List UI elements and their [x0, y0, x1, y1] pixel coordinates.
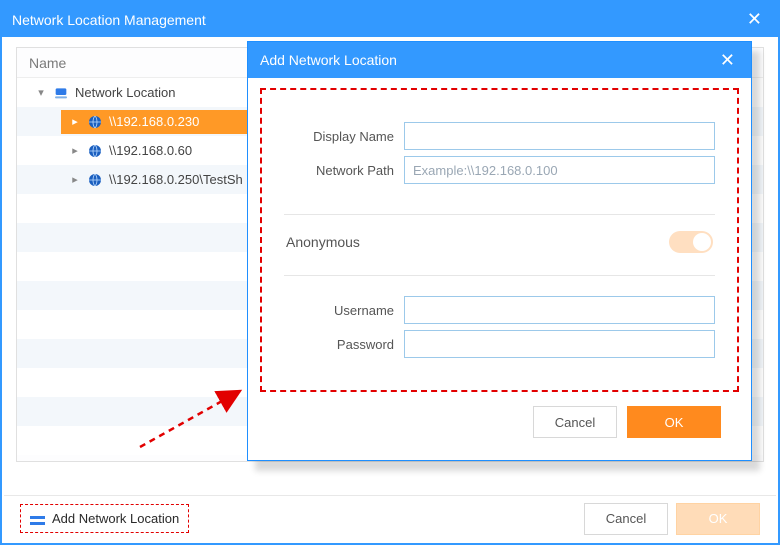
tree-item-2[interactable]: ▸ \\192.168.0.250\TestSh	[61, 168, 251, 192]
divider	[284, 214, 715, 215]
close-icon[interactable]: ✕	[716, 50, 739, 71]
main-window-title: Network Location Management	[12, 12, 206, 28]
tree-item-label: \\192.168.0.250\TestSh	[109, 172, 243, 187]
dialog-ok-button[interactable]: OK	[627, 406, 721, 438]
display-name-input[interactable]	[404, 122, 715, 150]
add-network-location-dialog: Add Network Location ✕ Display Name Netw…	[247, 41, 752, 461]
anonymous-row: Anonymous	[278, 225, 721, 271]
username-label: Username	[284, 303, 394, 318]
dialog-cancel-button[interactable]: Cancel	[533, 406, 617, 438]
display-name-row: Display Name	[284, 122, 715, 150]
chevron-down-icon[interactable]: ▾	[35, 86, 47, 99]
password-label: Password	[284, 337, 394, 352]
anonymous-toggle[interactable]	[669, 231, 713, 253]
add-network-location-button[interactable]: Add Network Location	[20, 504, 189, 533]
username-row: Username	[284, 296, 715, 324]
network-path-label: Network Path	[284, 163, 394, 178]
chevron-right-icon[interactable]: ▸	[69, 144, 81, 157]
tree-item-label: \\192.168.0.60	[109, 143, 192, 158]
main-footer-actions: Cancel OK	[584, 503, 760, 535]
main-titlebar: Network Location Management ✕	[2, 2, 778, 37]
display-name-label: Display Name	[284, 129, 394, 144]
dialog-form-highlight: Display Name Network Path Anonymous Use	[260, 88, 739, 392]
dialog-body: Display Name Network Path Anonymous Use	[248, 78, 751, 444]
network-location-icon	[87, 114, 103, 130]
main-footer: Add Network Location Cancel OK	[4, 495, 776, 541]
dialog-credentials-section: Username Password	[278, 286, 721, 368]
anonymous-label: Anonymous	[286, 234, 360, 250]
dialog-titlebar: Add Network Location ✕	[248, 42, 751, 78]
network-path-row: Network Path	[284, 156, 715, 184]
close-icon[interactable]: ✕	[741, 9, 768, 30]
cancel-button[interactable]: Cancel	[584, 503, 668, 535]
dialog-footer: Cancel OK	[260, 392, 739, 438]
tree-root[interactable]: ▾ Network Location	[17, 85, 175, 101]
network-root-icon	[53, 85, 69, 101]
network-location-icon	[87, 143, 103, 159]
network-path-input[interactable]	[404, 156, 715, 184]
divider	[284, 275, 715, 276]
dialog-title: Add Network Location	[260, 52, 397, 68]
ok-button[interactable]: OK	[676, 503, 760, 535]
username-input[interactable]	[404, 296, 715, 324]
tree-item-label: \\192.168.0.230	[109, 114, 199, 129]
chevron-right-icon[interactable]: ▸	[69, 115, 81, 128]
dialog-location-section: Display Name Network Path	[278, 112, 721, 210]
add-network-location-label: Add Network Location	[52, 511, 179, 526]
password-row: Password	[284, 330, 715, 358]
tree-item-1[interactable]: ▸ \\192.168.0.60	[61, 139, 200, 163]
network-location-icon	[87, 172, 103, 188]
chevron-right-icon[interactable]: ▸	[69, 173, 81, 186]
tree-root-label: Network Location	[75, 85, 175, 100]
password-input[interactable]	[404, 330, 715, 358]
toggle-knob-icon	[693, 233, 711, 251]
add-network-icon	[30, 513, 45, 525]
